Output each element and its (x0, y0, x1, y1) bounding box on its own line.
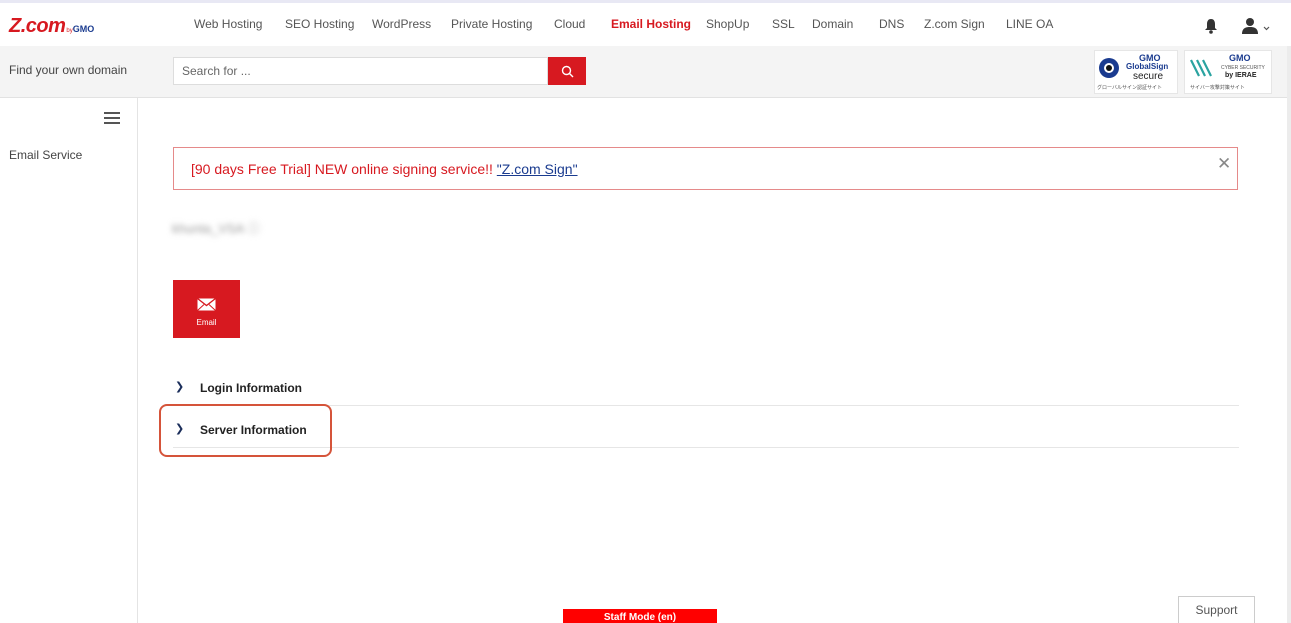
sidebar-item-email-service[interactable]: Email Service (9, 148, 82, 162)
gmo-cyber-security-badge[interactable]: GMO CYBER SECURITY by IERAE サイバー攻撃対策サイト (1184, 50, 1272, 94)
envelope-icon (197, 298, 216, 311)
login-information-section[interactable]: ❯ Login Information (173, 364, 1239, 406)
promo-alert: [90 days Free Trial] NEW online signing … (173, 147, 1238, 190)
logo-text: Z.com (9, 15, 66, 37)
close-icon[interactable]: ✕ (1217, 154, 1231, 174)
alert-message: [90 days Free Trial] NEW online signing … (191, 161, 578, 177)
domain-search-bar: Find your own domain GMO GlobalSign secu… (0, 46, 1291, 98)
nav-line-oa[interactable]: LINE OA (1006, 17, 1053, 31)
top-navigation: Z.com by GMO Web Hosting SEO Hosting Wor… (0, 0, 1291, 46)
nav-wordpress[interactable]: WordPress (372, 17, 431, 31)
search-icon (561, 65, 573, 77)
server-information-section[interactable]: ❯ Server Information (173, 406, 1239, 448)
alert-text: [90 days Free Trial] NEW online signing … (191, 161, 497, 177)
search-button[interactable] (548, 57, 586, 85)
email-tile-label: Email (196, 318, 217, 327)
sidebar: Email Service (0, 98, 138, 623)
zcom-sign-link[interactable]: "Z.com Sign" (497, 161, 578, 177)
hamburger-icon[interactable] (104, 112, 120, 124)
server-information-label: Server Information (200, 423, 307, 437)
nav-zcom-sign[interactable]: Z.com Sign (924, 17, 985, 31)
chevron-down-icon (1263, 26, 1270, 31)
nav-cloud[interactable]: Cloud (554, 17, 585, 31)
user-menu[interactable] (1240, 17, 1270, 35)
nav-shopup[interactable]: ShopUp (706, 17, 749, 31)
nav-ssl[interactable]: SSL (772, 17, 795, 31)
chevron-right-icon: ❯ (175, 423, 185, 435)
globalsign-secure-badge[interactable]: GMO GlobalSign secure グローバルサイン認証サイト (1094, 50, 1178, 94)
nav-dns[interactable]: DNS (879, 17, 904, 31)
cyber-by-ierae: by IERAE (1225, 72, 1257, 79)
eye-icon (1099, 58, 1119, 78)
staff-mode-banner: Staff Mode (en) (563, 609, 717, 623)
nav-domain[interactable]: Domain (812, 17, 853, 31)
chevron-right-icon: ❯ (175, 381, 185, 393)
account-name: khunta_VSA ⓘ (172, 221, 261, 236)
cyber-caption: サイバー攻撃対策サイト (1190, 85, 1245, 91)
user-icon (1246, 18, 1254, 26)
find-domain-label: Find your own domain (9, 63, 128, 77)
globalsign-caption: グローバルサイン認証サイト (1097, 85, 1162, 91)
scrollbar[interactable] (1287, 46, 1291, 623)
globalsign-secure: secure (1133, 71, 1164, 82)
globalsign-name: GlobalSign (1126, 62, 1169, 71)
ierae-logo-icon (1190, 59, 1212, 77)
cyber-security-text: CYBER SECURITY (1221, 65, 1265, 71)
nav-private-hosting[interactable]: Private Hosting (451, 17, 532, 31)
support-button[interactable]: Support (1178, 596, 1255, 623)
nav-seo-hosting[interactable]: SEO Hosting (285, 17, 354, 31)
domain-search-input[interactable] (173, 57, 548, 85)
logo-gmo: GMO (72, 24, 95, 34)
email-tile-button[interactable]: Email (173, 280, 240, 338)
zcom-logo[interactable]: Z.com by GMO (9, 15, 94, 37)
cyber-gmo: GMO (1229, 53, 1251, 63)
login-information-label: Login Information (200, 381, 302, 395)
nav-web-hosting[interactable]: Web Hosting (194, 17, 262, 31)
bell-icon[interactable] (1204, 18, 1218, 34)
nav-email-hosting[interactable]: Email Hosting (611, 17, 691, 31)
